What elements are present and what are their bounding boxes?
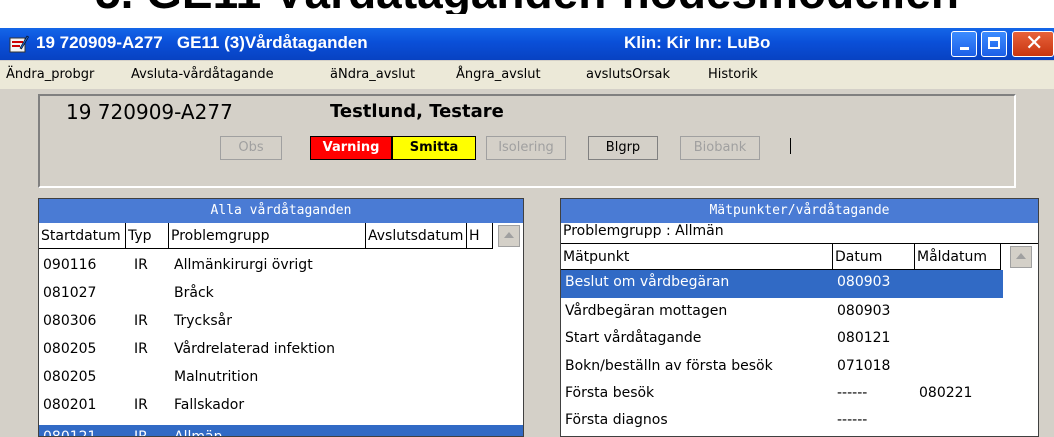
maximize-icon: [988, 37, 1000, 49]
slide-title: 5. GE11 Vårdåtaganden-nodesmodellen: [0, 0, 1054, 14]
row-datum: 071018: [837, 358, 891, 374]
patient-panel: 19 720909-A277 Testlund, Testare Obs Var…: [38, 94, 1016, 188]
matpunkter-grid: Mätpunkter/vårdåtagande Problemgrupp : A…: [560, 198, 1039, 437]
row-matpunkt: Första besök: [565, 385, 655, 401]
row-typ: IR: [134, 257, 148, 273]
row-startdatum: 080205: [43, 341, 97, 357]
menu-andra-probgr[interactable]: Ändra_probgr: [6, 67, 94, 82]
obs-button[interactable]: Obs: [220, 136, 282, 160]
alla-vardataganden-grid: Alla vårdåtaganden Startdatum Typ Proble…: [38, 198, 524, 437]
row-typ: IR: [134, 341, 148, 357]
row-matpunkt: Första diagnos: [565, 412, 668, 428]
row-problemgrupp: Vårdrelaterad infektion: [174, 341, 335, 357]
row-typ: IR: [134, 313, 148, 329]
row-problemgrupp: Malnutrition: [174, 369, 259, 385]
minimize-icon: [960, 47, 969, 50]
varning-button[interactable]: Varning: [310, 136, 392, 160]
window-title-module: GE11 (3)Vårdåtaganden: [176, 33, 368, 52]
menu-historik[interactable]: Historik: [708, 67, 758, 82]
column-h[interactable]: H: [467, 223, 493, 249]
row-datum: ------: [837, 385, 868, 401]
maximize-button[interactable]: [981, 31, 1007, 57]
row-problemgrupp: Fallskador: [174, 397, 245, 413]
isolering-button[interactable]: Isolering: [486, 136, 566, 160]
minimize-button[interactable]: [951, 31, 977, 57]
chevron-up-icon: [1016, 253, 1026, 259]
row-startdatum: 080205: [43, 369, 97, 385]
row-matpunkt: Start vårdåtagande: [565, 330, 702, 346]
row-problemgrupp: Bråck: [174, 285, 214, 301]
grid-title: Mätpunkter/vårdåtagande: [561, 199, 1038, 223]
row-matpunkt: Bokn/beställn av första besök: [565, 358, 773, 374]
app-window: 19 720909-A277 GE11 (3)Vårdåtaganden Kli…: [0, 28, 1054, 437]
window-info: Klin: Kir Inr: LuBo: [624, 33, 771, 52]
column-matpunkt[interactable]: Mätpunkt: [561, 244, 833, 270]
patient-id: 19 720909-A277: [66, 100, 233, 124]
menu-angra-avslut[interactable]: Ångra_avslut: [456, 67, 541, 82]
title-bar[interactable]: 19 720909-A277 GE11 (3)Vårdåtaganden Kli…: [0, 28, 1054, 60]
row-typ: IR: [134, 429, 148, 437]
column-maldatum[interactable]: Måldatum: [915, 244, 1001, 270]
row-matpunkt: Vårdbegäran mottagen: [565, 303, 728, 319]
biobank-button[interactable]: Biobank: [680, 136, 760, 160]
row-problemgrupp: Trycksår: [174, 313, 232, 329]
close-icon: ✕: [1025, 31, 1044, 56]
row-datum: 080903: [837, 303, 891, 319]
row-datum: ------: [837, 412, 868, 428]
column-startdatum[interactable]: Startdatum: [39, 223, 126, 249]
menu-bar: Ändra_probgr Avsluta-vårdåtagande äNdra_…: [0, 61, 1054, 89]
menu-andra-avslut[interactable]: äNdra_avslut: [330, 67, 415, 82]
column-avslutsdatum[interactable]: Avslutsdatum: [366, 223, 467, 249]
window-title-id: 19 720909-A277: [36, 33, 163, 52]
close-button[interactable]: ✕: [1012, 31, 1054, 57]
menu-avslutsorsak[interactable]: avslutsOrsak: [586, 67, 670, 82]
row-startdatum: 090116: [43, 257, 97, 273]
patient-name: Testlund, Testare: [330, 101, 504, 122]
scroll-up-button[interactable]: [1010, 246, 1032, 268]
row-startdatum: 080121: [43, 429, 97, 437]
column-typ[interactable]: Typ: [126, 223, 169, 249]
row-startdatum: 080306: [43, 313, 97, 329]
selected-row-highlight: [39, 425, 523, 436]
window-title: 19 720909-A277 GE11 (3)Vårdåtaganden: [36, 33, 368, 53]
row-problemgrupp: Allmän: [174, 429, 223, 437]
blgrp-button[interactable]: Blgrp: [588, 136, 658, 160]
grid-title: Alla vårdåtaganden: [39, 199, 523, 223]
text-caret: [790, 138, 791, 154]
scroll-up-button[interactable]: [498, 225, 520, 247]
problem-group-label: Problemgrupp : Allmän: [563, 223, 724, 239]
row-maldatum: 080221: [919, 385, 973, 401]
column-datum[interactable]: Datum: [833, 244, 915, 270]
menu-avsluta-vardatagande[interactable]: Avsluta-vårdåtagande: [131, 67, 274, 82]
row-problemgrupp: Allmänkirurgi övrigt: [174, 257, 313, 273]
column-problemgrupp[interactable]: Problemgrupp: [169, 223, 366, 249]
app-icon: [9, 35, 29, 53]
smitta-button[interactable]: Smitta: [392, 136, 476, 160]
chevron-up-icon: [504, 232, 514, 238]
row-datum: 080903: [837, 274, 891, 290]
row-startdatum: 081027: [43, 285, 97, 301]
row-datum: 080121: [837, 330, 891, 346]
row-matpunkt: Beslut om vårdbegäran: [565, 274, 730, 290]
row-typ: IR: [134, 397, 148, 413]
row-startdatum: 080201: [43, 397, 97, 413]
